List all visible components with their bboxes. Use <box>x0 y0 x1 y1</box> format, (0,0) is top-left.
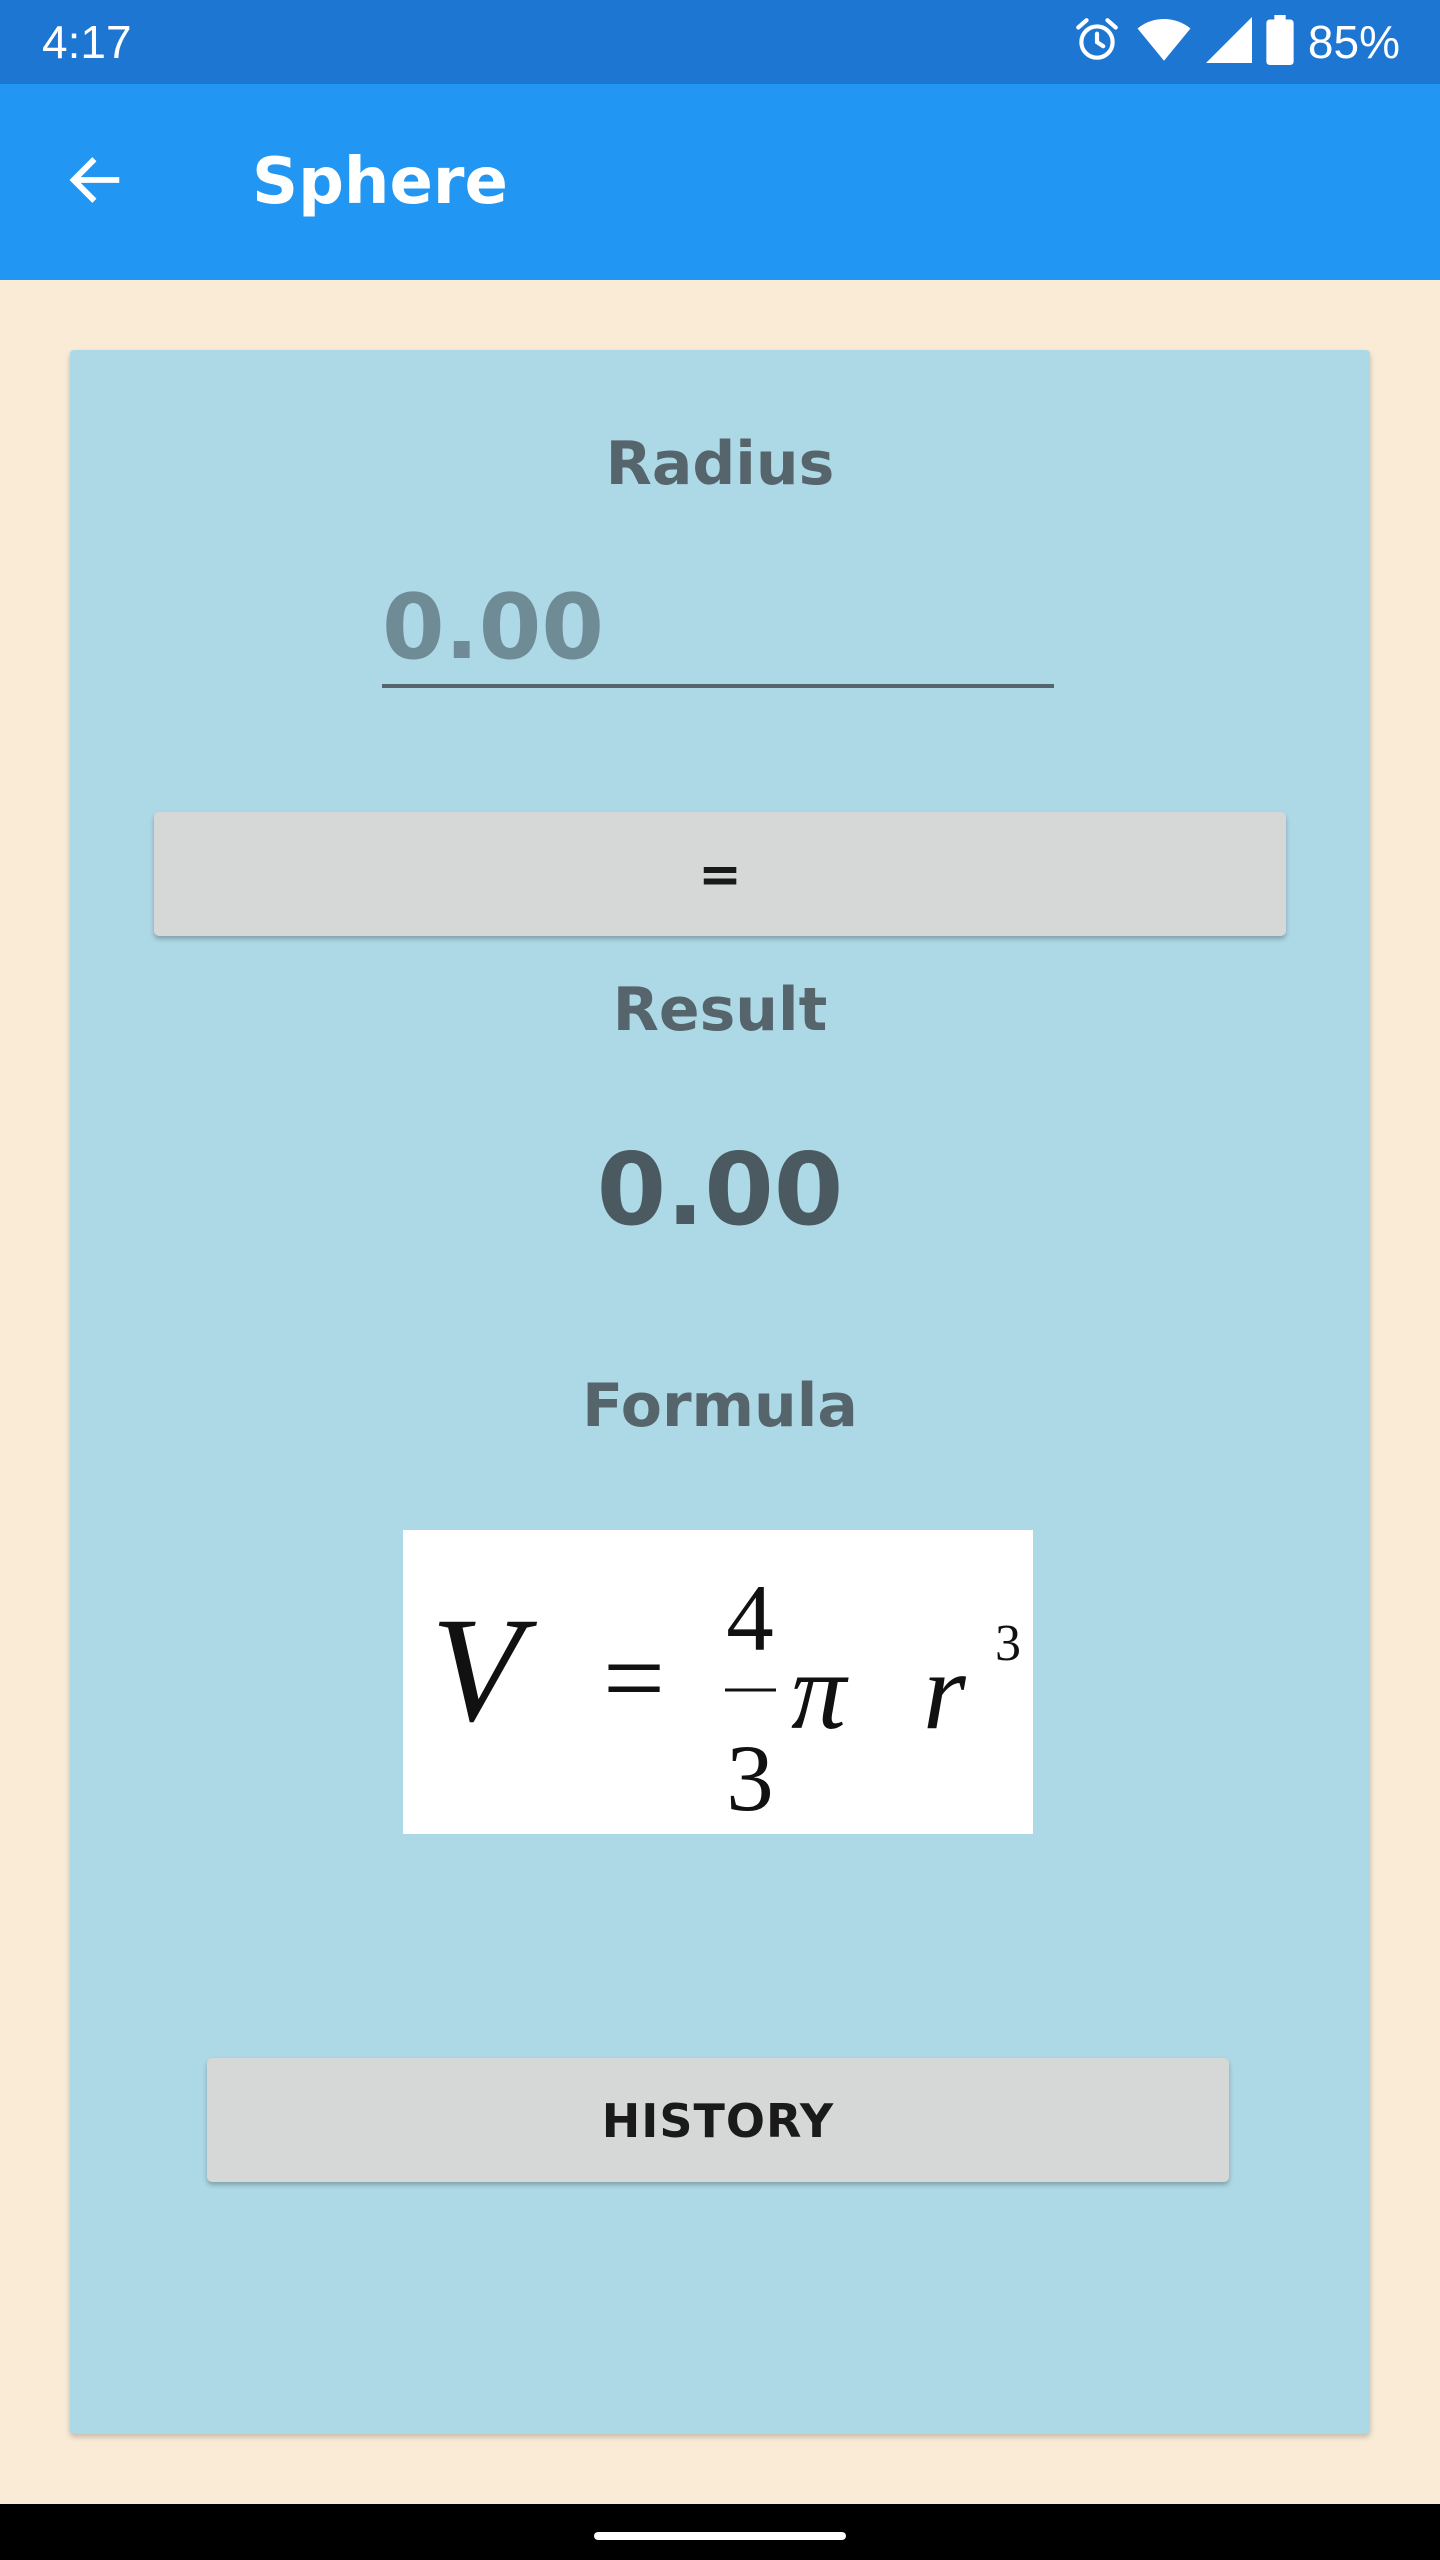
home-indicator[interactable] <box>594 2532 846 2540</box>
formula-lhs: V <box>431 1587 538 1753</box>
formula-exponent: 3 <box>995 1615 1021 1672</box>
formula-image: V = 4 3 π r 3 <box>403 1530 1033 1834</box>
arrow-back-icon <box>63 148 127 216</box>
formula-pi: π <box>791 1630 849 1752</box>
status-time: 4:17 <box>42 16 132 68</box>
formula-denominator: 3 <box>726 1725 774 1831</box>
battery-icon <box>1266 15 1294 69</box>
result-label: Result <box>612 975 828 1045</box>
back-button[interactable] <box>40 140 150 224</box>
navigation-bar <box>0 2504 1440 2560</box>
result-value: 0.00 <box>596 1131 844 1248</box>
app-bar: Sphere <box>0 84 1440 280</box>
formula-numerator: 4 <box>726 1565 774 1671</box>
radius-label: Radius <box>605 429 835 499</box>
radius-input[interactable] <box>382 570 1054 688</box>
signal-icon <box>1205 17 1252 67</box>
calculator-card: Radius = Result 0.00 Formula V = 4 3 π r… <box>70 350 1370 2434</box>
formula-label: Formula <box>582 1371 858 1441</box>
wifi-icon <box>1136 17 1192 67</box>
page-title: Sphere <box>252 145 508 219</box>
status-icons: 85% <box>1072 12 1400 72</box>
alarm-icon <box>1072 15 1122 69</box>
history-button[interactable]: HISTORY <box>207 2058 1229 2182</box>
formula-equals: = <box>603 1617 665 1739</box>
status-bar: 4:17 85% <box>0 0 1440 84</box>
calculate-button[interactable]: = <box>154 812 1286 936</box>
formula-svg: V = 4 3 π r 3 <box>431 1565 1021 1831</box>
battery-percent: 85% <box>1307 16 1400 68</box>
formula-var: r <box>923 1630 967 1752</box>
